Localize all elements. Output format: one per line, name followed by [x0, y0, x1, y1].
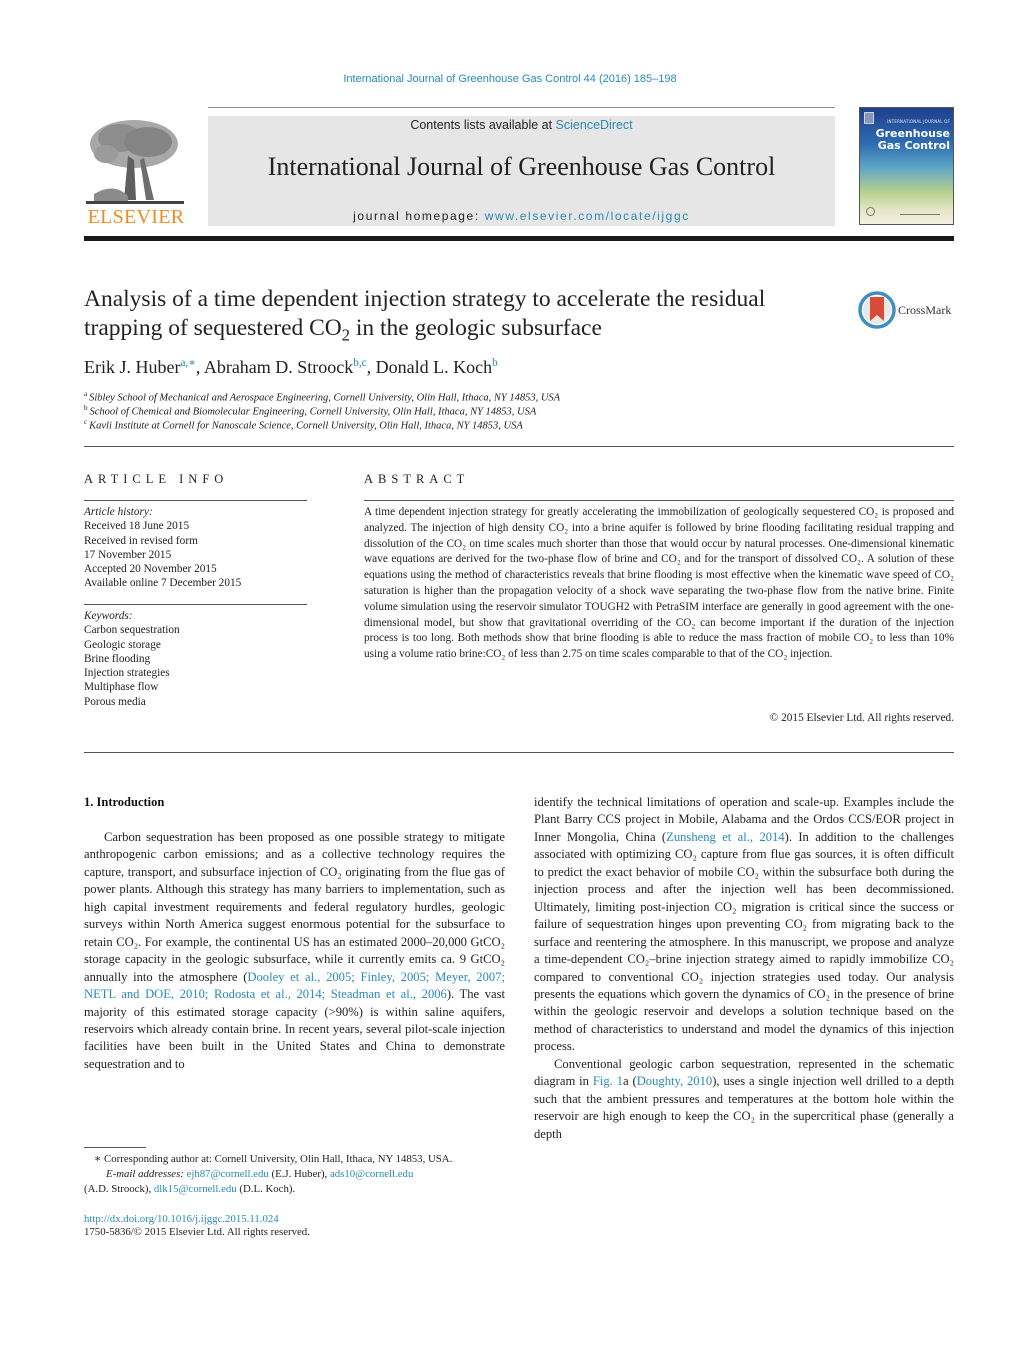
- header-thick-rule: [84, 236, 954, 241]
- history-label: Article history:: [84, 506, 153, 518]
- email-owner: (E.J. Huber),: [268, 1168, 330, 1180]
- abstract-copyright: © 2015 Elsevier Ltd. All rights reserved…: [769, 712, 954, 724]
- history-item: Accepted 20 November 2015: [84, 563, 217, 576]
- history-item: Available online 7 December 2015: [84, 577, 242, 590]
- email-link[interactable]: ads10@cornell.edu: [330, 1168, 413, 1180]
- affiliation: b School of Chemical and Biomolecular Eng…: [84, 404, 536, 418]
- author[interactable]: Donald L. Kochb: [376, 357, 498, 377]
- crossmark-icon: [858, 291, 896, 329]
- affiliation: a Sibley School of Mechanical and Aerospa…: [84, 390, 560, 404]
- crossmark-button[interactable]: CrossMark: [858, 291, 958, 331]
- title-part2: in the geologic subsurface: [350, 315, 602, 341]
- history-item: Received in revised form: [84, 534, 198, 547]
- keyword: Geologic storage: [84, 638, 161, 651]
- author-separator: ,: [366, 357, 376, 377]
- contents-prefix: Contents lists available at: [410, 118, 556, 132]
- cover-title-line2: Gas Control: [877, 139, 950, 152]
- author-affiliation-marks[interactable]: a,∗: [180, 357, 195, 369]
- body-column-right: identify the technical limitations of op…: [534, 794, 954, 1143]
- email-label: E-mail addresses:: [106, 1168, 184, 1180]
- journal-homepage-link[interactable]: www.elsevier.com/locate/ijggc: [485, 209, 690, 223]
- email-owner: (A.D. Stroock),: [84, 1183, 154, 1195]
- footnote-rule: [84, 1147, 146, 1148]
- body-column-left: Carbon sequestration has been proposed a…: [84, 829, 505, 1073]
- keyword: Porous media: [84, 695, 146, 708]
- contents-line: Contents lists available at ScienceDirec…: [208, 118, 835, 132]
- journal-reference-link[interactable]: International Journal of Greenhouse Gas …: [0, 73, 1020, 85]
- keywords-rule: [84, 604, 307, 605]
- email-line: (A.D. Stroock), dlk15@cornell.edu (D.L. …: [84, 1182, 505, 1197]
- issn-copyright: 1750-5836/© 2015 Elsevier Ltd. All right…: [84, 1226, 310, 1238]
- top-rule: [208, 107, 835, 108]
- journal-title: International Journal of Greenhouse Gas …: [267, 152, 776, 181]
- cover-title: Greenhouse Gas Control: [864, 128, 950, 152]
- author-list: Erik J. Hubera,∗, Abraham D. Stroockb,c,…: [84, 357, 498, 378]
- figure-link[interactable]: Fig. 1: [593, 1074, 623, 1088]
- keywords-label: Keywords:: [84, 610, 133, 622]
- doi-link[interactable]: http://dx.doi.org/10.1016/j.ijggc.2015.1…: [84, 1212, 279, 1227]
- history-item: Received 18 June 2015: [84, 520, 190, 533]
- author-affiliation-marks[interactable]: b: [492, 357, 498, 369]
- email-owner: (D.L. Koch).: [236, 1183, 296, 1195]
- author[interactable]: Erik J. Hubera,∗,: [84, 357, 204, 377]
- homepage-prefix: journal homepage:: [353, 209, 485, 223]
- paragraph-text: Carbon sequestration has been proposed a…: [84, 830, 505, 984]
- publisher-wordmark: ELSEVIER: [87, 206, 185, 228]
- affiliation-text: School of Chemical and Biomolecular Engi…: [89, 406, 537, 418]
- body-paragraph: Carbon sequestration has been proposed a…: [84, 829, 505, 1073]
- affiliation-mark: a: [84, 390, 88, 398]
- cover-seal-icon: [866, 207, 875, 216]
- affiliation-mark: b: [84, 404, 88, 412]
- article-info-heading: ARTICLE INFO: [84, 472, 229, 486]
- abstract-text: A time dependent injection strategy for …: [364, 506, 954, 661]
- abstract-rule: [364, 500, 954, 501]
- section-heading: 1. Introduction: [84, 795, 165, 809]
- corresponding-author-line: ∗ Corresponding author at: Cornell Unive…: [94, 1153, 453, 1165]
- history-item: 17 November 2015: [84, 548, 172, 561]
- corresponding-author-footnote: ∗ Corresponding author at: Cornell Unive…: [84, 1152, 505, 1197]
- article-info-rule: [84, 500, 307, 501]
- citation-link[interactable]: Zunsheng et al., 2014: [666, 830, 785, 844]
- author-name[interactable]: Abraham D. Stroock: [204, 357, 353, 377]
- crossmark-label: CrossMark: [898, 303, 952, 317]
- sciencedirect-link[interactable]: ScienceDirect: [556, 118, 633, 132]
- article-history: Article history: Received 18 June 2015 R…: [84, 505, 307, 591]
- affiliation-mark: c: [84, 418, 88, 426]
- keywords-list: Keywords: Carbon sequestration Geologic …: [84, 609, 307, 709]
- affiliation-text: Sibley School of Mechanical and Aerospac…: [89, 392, 561, 404]
- author-name[interactable]: Erik J. Huber: [84, 357, 180, 377]
- title-subscript: 2: [341, 325, 350, 345]
- journal-masthead: Contents lists available at ScienceDirec…: [208, 116, 835, 226]
- homepage-line: journal homepage: www.elsevier.com/locat…: [208, 209, 835, 223]
- keyword: Multiphase flow: [84, 681, 159, 694]
- body-paragraph: Conventional geologic carbon sequestrati…: [534, 1056, 954, 1143]
- author[interactable]: Abraham D. Stroockb,c,: [204, 357, 376, 377]
- cover-small-text: INTERNATIONAL JOURNAL OF: [887, 119, 950, 124]
- section-divider: [84, 446, 954, 447]
- keyword: Injection strategies: [84, 667, 170, 680]
- section-divider: [84, 752, 954, 753]
- email-link[interactable]: ejh87@cornell.edu: [187, 1168, 269, 1180]
- article-title: Analysis of a time dependent injection s…: [84, 285, 824, 343]
- body-paragraph: identify the technical limitations of op…: [534, 794, 954, 1056]
- journal-cover-thumbnail[interactable]: INTERNATIONAL JOURNAL OF Greenhouse Gas …: [859, 107, 954, 225]
- author-name[interactable]: Donald L. Koch: [376, 357, 492, 377]
- cover-signature: [900, 211, 940, 215]
- affiliation: c Kavli Institute at Cornell for Nanoscal…: [84, 418, 523, 432]
- email-line: E-mail addresses: ejh87@cornell.edu (E.J…: [84, 1167, 505, 1182]
- author-separator: ,: [195, 357, 204, 377]
- keyword: Carbon sequestration: [84, 624, 180, 637]
- author-affiliation-marks[interactable]: b,c: [353, 357, 366, 369]
- abstract-heading: ABSTRACT: [364, 472, 470, 486]
- keyword: Brine flooding: [84, 652, 151, 665]
- paragraph-text: ). In addition to the challenges associa…: [534, 829, 955, 1054]
- paragraph-text: a (: [623, 1074, 637, 1089]
- affiliation-text: Kavli Institute at Cornell for Nanoscale…: [89, 420, 523, 432]
- email-link[interactable]: dlk15@cornell.edu: [154, 1183, 237, 1195]
- citation-link[interactable]: Doughty, 2010: [637, 1074, 713, 1088]
